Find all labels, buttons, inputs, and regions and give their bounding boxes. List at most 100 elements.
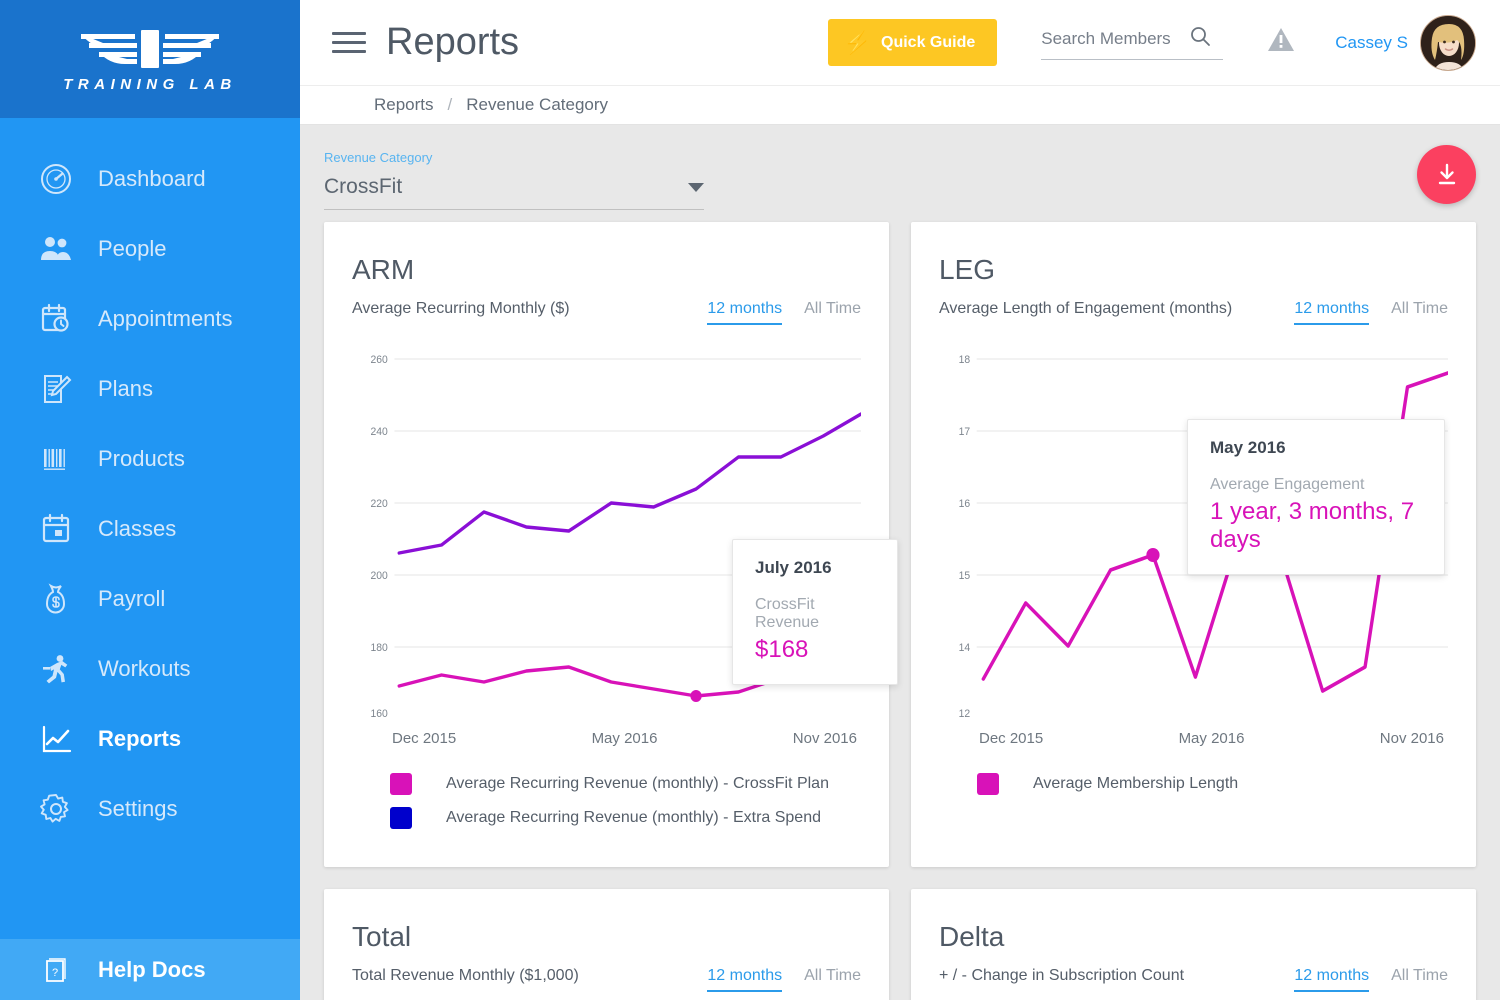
card-subtitle-row: Total Revenue Monthly ($1,000) 12 months… [352,967,861,992]
tab-12-months[interactable]: 12 months [1294,300,1370,325]
legend-label: Average Recurring Revenue (monthly) - Ex… [446,809,821,826]
tab-12-months[interactable]: 12 months [707,967,783,992]
svg-text:15: 15 [959,570,971,582]
card-leg: LEG Average Length of Engagement (months… [911,222,1476,867]
tab-12-months[interactable]: 12 months [707,300,783,325]
card-title: ARM [352,254,415,285]
line-chart-icon [36,719,76,759]
tab-all-time[interactable]: All Time [1391,300,1448,323]
legend-label: Average Membership Length [1033,775,1239,792]
sidebar-item-settings[interactable]: Settings [0,774,300,844]
runner-icon [36,649,76,689]
brand-logo[interactable]: TRAINING LAB [0,0,300,118]
money-bag-icon [36,579,76,619]
top-bar-actions: ⚡ Quick Guide Search Members Cassey S [827,14,1476,71]
content: Revenue Category CrossFit ARM Average Re… [300,125,1500,1000]
leg-chart: 18 17 16 15 14 12 May 2016 Average Engag… [939,347,1456,722]
arm-highlight-point [690,690,702,702]
sidebar-item-label: Dashboard [98,166,206,191]
search-icon[interactable] [1189,25,1211,52]
card-subtitle: Average Recurring Monthly ($) [352,300,570,317]
sidebar-item-workouts[interactable]: Workouts [0,634,300,704]
legend-swatch [977,773,999,795]
card-title: Total [352,921,412,952]
arm-legend: Average Recurring Revenue (monthly) - Cr… [352,773,861,829]
sidebar-item-products[interactable]: Products [0,424,300,494]
range-tabs: 12 months All Time [1294,300,1448,325]
svg-text:?: ? [52,967,58,979]
x-tick: Nov 2016 [1379,730,1444,747]
app-root: TRAINING LAB Dashboard People Appointmen… [0,0,1500,1000]
arm-x-axis: Dec 2015 May 2016 Nov 2016 [352,730,861,747]
tab-all-time[interactable]: All Time [804,967,861,990]
tab-all-time[interactable]: All Time [804,300,861,323]
card-subtitle: + / - Change in Subscription Count [939,967,1185,984]
leg-tooltip: May 2016 Average Engagement 1 year, 3 mo… [1187,419,1445,575]
arm-chart: 260 240 220 200 180 160 July 2016 CrossF… [352,347,898,722]
people-icon [36,229,76,269]
svg-text:17: 17 [959,426,971,438]
chevron-down-icon [688,182,704,192]
sidebar-item-classes[interactable]: Classes [0,494,300,564]
revenue-category-value: CrossFit [324,175,403,198]
breadcrumb-current: Revenue Category [466,95,609,114]
svg-text:200: 200 [371,570,388,582]
svg-text:240: 240 [371,426,388,438]
range-tabs: 12 months All Time [707,967,861,992]
tab-12-months[interactable]: 12 months [1294,967,1370,992]
speedometer-icon [36,159,76,199]
page-title: Reports [386,21,520,63]
chart-cards-row: ARM Average Recurring Monthly ($) 12 mon… [300,222,1500,867]
x-tick: May 2016 [1178,730,1245,747]
leg-x-axis: Dec 2015 May 2016 Nov 2016 [939,730,1448,747]
svg-text:14: 14 [959,642,971,654]
x-tick: May 2016 [591,730,658,747]
range-tabs: 12 months All Time [1294,967,1448,992]
search-box[interactable] [1041,25,1224,60]
sidebar: TRAINING LAB Dashboard People Appointmen… [0,0,300,1000]
sidebar-item-label: Classes [98,516,177,541]
card-title: Delta [939,921,1005,952]
avatar[interactable] [1420,14,1476,71]
sidebar-item-plans[interactable]: Plans [0,354,300,424]
sidebar-item-dashboard[interactable]: Dashboard [0,144,300,214]
filter-bar: Revenue Category CrossFit [300,125,1500,222]
sidebar-item-payroll[interactable]: Payroll [0,564,300,634]
sidebar-item-label: Reports [98,726,182,751]
sidebar-item-label: Products [98,446,185,471]
x-tick: Dec 2015 [979,730,1044,747]
revenue-category-select[interactable]: CrossFit [324,175,704,210]
barcode-icon [36,439,76,479]
book-question-icon: ? [36,950,76,990]
sidebar-item-help-docs[interactable]: ? Help Docs [0,939,300,1000]
sidebar-item-reports[interactable]: Reports [0,704,300,774]
warning-triangle-icon[interactable] [1267,27,1295,58]
sidebar-item-label: Appointments [98,306,233,331]
card-subtitle-row: Average Length of Engagement (months) 12… [939,300,1448,325]
card-subtitle-row: + / - Change in Subscription Count 12 mo… [939,967,1448,992]
sidebar-item-people[interactable]: People [0,214,300,284]
search-input[interactable] [1041,28,1190,49]
tab-all-time[interactable]: All Time [1391,967,1448,990]
bottom-cards-row: Total Total Revenue Monthly ($1,000) 12 … [300,889,1500,1000]
hamburger-icon[interactable] [332,26,366,60]
quick-guide-button[interactable]: ⚡ Quick Guide [827,19,998,66]
card-delta: Delta + / - Change in Subscription Count… [911,889,1476,1000]
x-tick: Nov 2016 [792,730,857,747]
gear-icon [36,789,76,829]
download-button[interactable] [1417,145,1476,204]
breadcrumb: Reports / Revenue Category [300,86,1500,125]
sidebar-item-label: People [98,236,167,261]
legend-swatch [390,807,412,829]
user-name-link[interactable]: Cassey S [1335,33,1408,53]
sidebar-item-appointments[interactable]: Appointments [0,284,300,354]
quick-guide-label: Quick Guide [881,33,976,51]
breadcrumb-root[interactable]: Reports [374,95,434,115]
tooltip-label: Average Engagement [1210,476,1365,493]
svg-text:18: 18 [959,354,971,366]
card-total: Total Total Revenue Monthly ($1,000) 12 … [324,889,889,1000]
tooltip-date: May 2016 [1210,438,1286,457]
svg-text:260: 260 [371,354,388,366]
top-bar: Reports ⚡ Quick Guide Search Members Cas… [300,0,1500,86]
card-subtitle: Total Revenue Monthly ($1,000) [352,967,579,984]
